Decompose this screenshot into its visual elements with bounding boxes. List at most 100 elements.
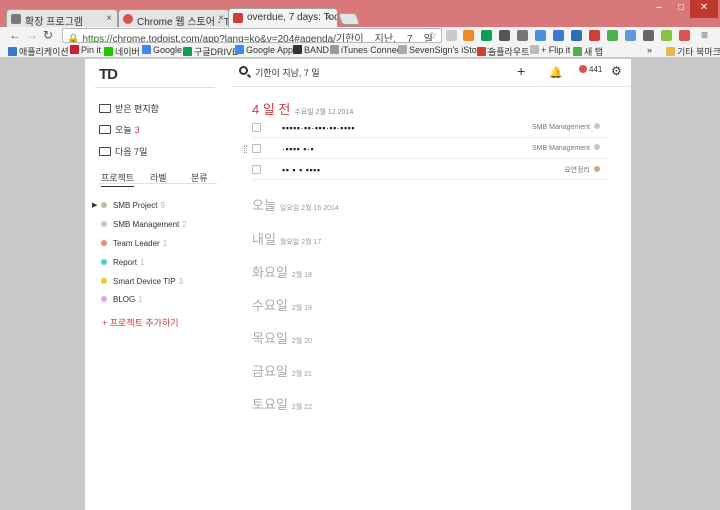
bookmark-item[interactable]: + Flip it [530,45,570,55]
nav-inbox[interactable]: 받은 편지함 [99,102,159,115]
close-icon[interactable]: × [106,13,112,24]
back-arrow-icon[interactable]: ← [9,28,21,42]
bookmark-item[interactable]: Google Apps [235,45,298,55]
forward-arrow-icon[interactable]: → [26,28,38,42]
project-item[interactable]: SMB Project 9 [101,201,165,210]
project-item[interactable]: SMB Management 2 [101,220,187,229]
todoist-logo[interactable]: TD [99,66,118,83]
bookmark-star-icon[interactable]: ☆ [427,29,437,42]
bookmark-label: BAND [304,45,330,55]
maximize-button[interactable]: □ [672,0,690,18]
day-date: 2월 21 [291,371,312,378]
karma-icon [579,65,587,73]
bookmarks-overflow-button[interactable]: » [647,45,652,55]
project-count: 9 [160,201,165,210]
todoist-extension-icon[interactable] [589,30,600,41]
task-item[interactable]: ·▪▪▪▪ ▪·▪ SMB Management [244,139,608,159]
bookmark-item[interactable]: Pin it [70,45,101,55]
extension-icon[interactable] [446,30,457,41]
day-header: 화요일 2월 18 [252,262,312,281]
task-project: 요연정리 [564,165,600,175]
browser-titlebar: 확장 프로그램 × Chrome 웹 스토어 - Todoi × overdue… [0,0,720,27]
extension-icon[interactable] [625,30,636,41]
calendar-week-icon [99,147,111,156]
gear-icon[interactable]: ⚙ [611,64,622,78]
bookmark-item[interactable]: 구글DRIVE [183,45,238,58]
bell-icon[interactable]: 🔔 [549,66,563,79]
task-project-name: SMB Management [532,124,590,131]
tab-title: overdue, 7 days: Todoist [247,12,337,23]
project-item[interactable]: Smart Device TIP 3 [101,277,183,286]
minimize-button[interactable]: – [648,0,670,18]
task-text[interactable]: ▪▪▪▪▪·▪▪·▪▪▪·▪▪·▪▪▪▪ [282,123,355,133]
extension-icon[interactable] [535,30,546,41]
project-item[interactable]: BLOG 1 [101,295,143,304]
extension-icon[interactable] [571,30,582,41]
bookmark-item[interactable]: 애플리케이션 [8,45,69,58]
bookmark-label: 애플리케이션 [19,47,69,57]
close-icon[interactable]: × [218,13,224,24]
day-header: 금요일 2월 21 [252,361,312,380]
task-item[interactable]: ▪▪▪▪▪·▪▪·▪▪▪·▪▪·▪▪▪▪ SMB Management [252,118,608,138]
sidebar: TD 받은 편지함 오늘 3 다음 7일 프로젝트 라벨 분류 ▶ SMB Pro… [85,59,221,510]
task-text[interactable]: ·▪▪▪▪ ▪·▪ [282,144,314,154]
add-project-button[interactable]: + 프로젝트 추가하기 [102,316,179,329]
nav-next-7-days[interactable]: 다음 7일 [99,145,147,158]
project-color-dot [101,221,107,227]
browser-tab-extensions[interactable]: 확장 프로그램 × [6,9,118,27]
day-date: 수요일 2월 12 2014 [294,109,354,116]
tab-title: 확장 프로그램 [25,17,83,27]
extension-icon[interactable] [607,30,618,41]
task-text[interactable]: ▪▪ ▪ ▪ ▪▪▪▪ [282,165,321,175]
new-tab-button[interactable] [337,13,361,25]
search-input[interactable] [255,65,475,79]
day-date: 2월 19 [291,305,312,312]
add-task-icon[interactable]: + [517,63,525,79]
todoist-app: TD 받은 편지함 오늘 3 다음 7일 프로젝트 라벨 분류 ▶ SMB Pro… [85,59,631,510]
search-icon[interactable] [239,66,248,75]
bookmark-item[interactable]: 기타 북마크 [666,45,720,58]
task-checkbox[interactable] [252,144,261,153]
address-bar[interactable]: 🔒 https://chrome.todoist.com/app?lang=ko&… [62,28,442,43]
close-icon[interactable]: × [326,12,332,23]
window-close-button[interactable]: ✕ [690,0,718,18]
bookmark-item[interactable]: iTunes Connect [330,45,404,55]
extension-icon[interactable] [661,30,672,41]
todoist-icon [233,13,243,23]
extension-icon[interactable] [517,30,528,41]
extension-icon[interactable] [553,30,564,41]
task-project-name: 요연정리 [564,167,590,174]
task-checkbox[interactable] [252,123,261,132]
bookmark-item[interactable]: 새 탭 [573,45,603,58]
project-item[interactable]: Report 1 [101,258,144,267]
bookmark-item[interactable]: 네이버 [104,45,140,58]
drag-handle[interactable] [244,145,247,153]
divider [95,87,215,88]
bookmark-item[interactable]: 솔플라우트 [477,45,529,58]
karma-badge[interactable]: 441 [579,65,602,74]
day-name: 금요일 [252,364,288,379]
browser-tab-todoist[interactable]: overdue, 7 days: Todoist × [228,8,338,27]
project-count: 1 [138,295,143,304]
extension-icon[interactable] [499,30,510,41]
divider [99,183,217,184]
google-apps-icon [235,45,244,54]
extension-icon[interactable] [463,30,474,41]
bookmark-item[interactable]: BAND [293,45,329,55]
menu-icon[interactable]: ≡ [701,28,708,42]
bookmark-item[interactable]: Google [142,45,182,55]
extension-icon[interactable] [643,30,654,41]
extension-icon[interactable] [679,30,690,41]
browser-tab-webstore[interactable]: Chrome 웹 스토어 - Todoi × [118,9,230,27]
page-icon [530,45,539,54]
nav-today[interactable]: 오늘 3 [99,123,140,136]
drive-icon[interactable] [481,30,492,41]
task-item[interactable]: ▪▪ ▪ ▪ ▪▪▪▪ 요연정리 [252,160,608,180]
reload-icon[interactable]: ↻ [43,28,53,42]
task-checkbox[interactable] [252,165,261,174]
bookmark-label: Google [153,45,183,55]
project-item[interactable]: Team Leader 1 [101,239,167,248]
expand-arrow-icon[interactable]: ▶ [92,201,97,209]
project-name: Smart Device TIP [113,277,176,286]
tab-projects[interactable]: 프로젝트 [101,171,135,187]
